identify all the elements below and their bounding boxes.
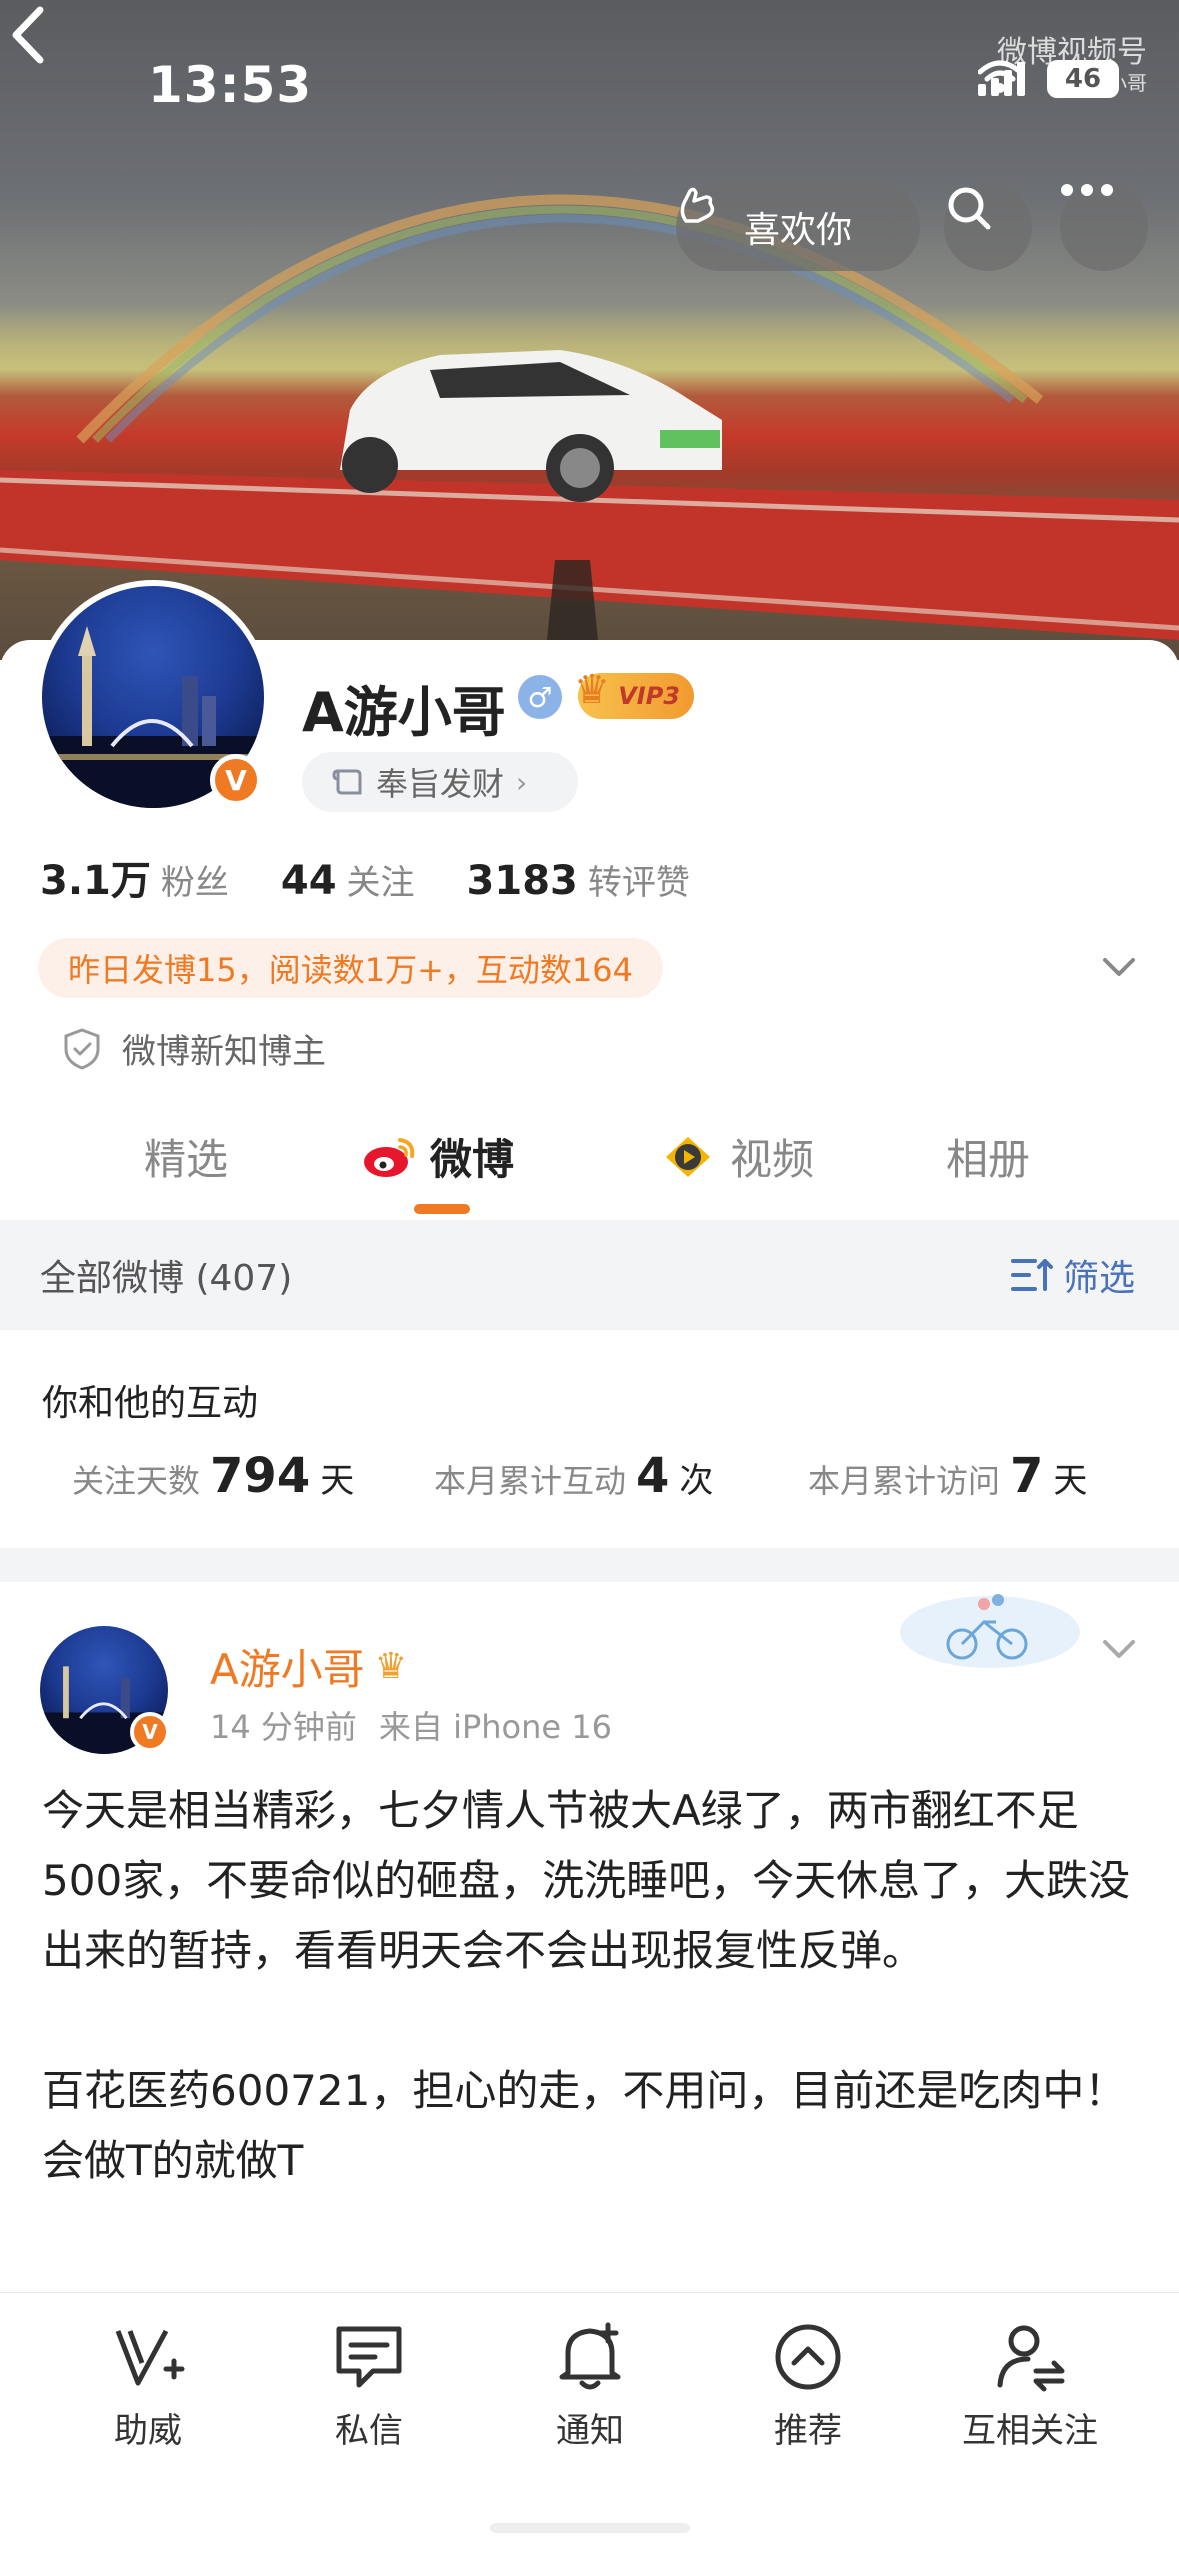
post-time: 14 分钟前 (210, 1708, 357, 1746)
male-gender-icon: ♂ (518, 675, 562, 719)
post-meta: 14 分钟前 来自 iPhone 16 (210, 1702, 612, 1748)
more-button[interactable] (1060, 183, 1148, 271)
interaction-section: 你和他的互动 关注天数 794 天 本月累计互动 4 次 本月累计访问 7 天 (0, 1330, 1179, 1548)
all-posts-count: 全部微博 (407) (40, 1258, 293, 1299)
monthly-visits-value: 7 (1010, 1448, 1044, 1504)
new-knowledge-label: 微博新知博主 (122, 1032, 326, 1072)
status-icons: 46 (978, 60, 1119, 98)
follow-days-value: 794 (210, 1448, 311, 1504)
verified-badge: V (210, 754, 262, 806)
stat-followers-value: 3.1万 (40, 858, 151, 904)
mutual-follow-icon (997, 2325, 1065, 2392)
nav-notify[interactable]: 通知 (500, 2317, 680, 2452)
post-author[interactable]: A游小哥 ♛ (210, 1636, 407, 1697)
cover-image: 13:53 微博视频号 @A游小哥 46 喜欢你 (0, 0, 1179, 660)
profile-tabs: 精选 微博 视频 相册 (0, 1108, 1179, 1218)
nav-mutual-follow[interactable]: 互相关注 (940, 2317, 1120, 2452)
cycling-couple-decoration (900, 1594, 1080, 1668)
stat-following[interactable]: 44 关注 (281, 855, 415, 904)
weibo-logo-icon (364, 1137, 415, 1177)
tab-album[interactable]: 相册 (946, 1126, 1030, 1187)
monthly-interactions-value: 4 (636, 1448, 670, 1504)
like-you-button[interactable]: 喜欢你 (676, 183, 920, 271)
vip-badge[interactable]: ♛ VIP3 (574, 667, 694, 719)
boost-v-icon (115, 2329, 185, 2386)
stat-following-value: 44 (280, 858, 337, 904)
activity-summary-badge[interactable]: 昨日发博15，阅读数1万+，互动数164 (38, 938, 663, 998)
post-verified-badge: V (130, 1712, 170, 1752)
bell-plus-icon (559, 2322, 621, 2390)
stat-reposts-label: 转评赞 (587, 863, 690, 903)
filter-bar: 全部微博 (407) 筛选 (0, 1220, 1179, 1330)
nav-boost[interactable]: 助威 (58, 2317, 238, 2452)
tab-weibo[interactable]: 微博 (362, 1126, 514, 1187)
tab-video[interactable]: 视频 (658, 1126, 814, 1187)
chevron-right-icon: › (516, 765, 528, 799)
tab-weibo-label: 微博 (430, 1135, 515, 1184)
monthly-visits-label: 本月累计访问 (808, 1462, 1001, 1500)
post-menu-chevron-icon[interactable] (1099, 1632, 1139, 1668)
recommend-up-icon (775, 2324, 841, 2390)
new-knowledge-blogger[interactable]: 微博新知博主 (62, 1024, 326, 1073)
post-card[interactable]: V A游小哥 ♛ 14 分钟前 来自 iPhone 16 今天是相当精彩，七夕情… (0, 1582, 1179, 2292)
nav-recommend-label: 推荐 (774, 2411, 842, 2451)
monthly-visits-unit: 天 (1053, 1461, 1088, 1501)
crown-icon: ♛ (374, 1646, 408, 1687)
stat-following-label: 关注 (346, 863, 415, 903)
tab-featured-label: 精选 (144, 1135, 229, 1184)
profile-tag-label: 奉旨发财 (376, 765, 505, 803)
filter-label: 筛选 (1062, 1258, 1135, 1299)
tab-featured[interactable]: 精选 (144, 1126, 228, 1187)
like-you-label: 喜欢你 (743, 210, 852, 251)
interaction-monthly-visits: 本月累计访问 7 天 (808, 1448, 1087, 1504)
post-author-name: A游小哥 (210, 1645, 365, 1694)
search-button[interactable] (944, 183, 1032, 271)
tab-video-label: 视频 (730, 1135, 815, 1184)
monthly-interactions-unit: 次 (679, 1461, 714, 1501)
filter-button[interactable]: 筛选 (1009, 1249, 1135, 1301)
nav-mutual-follow-label: 互相关注 (962, 2411, 1098, 2451)
more-dots-icon (1061, 184, 1113, 196)
profile-name: A游小哥 (302, 681, 506, 744)
section-divider (0, 1548, 1179, 1582)
battery-icon: 46 (1047, 60, 1119, 98)
active-tab-indicator (414, 1204, 470, 1214)
wifi-icon (978, 60, 1022, 93)
post-text[interactable]: 今天是相当精彩，七夕情人节被大A绿了，两市翻红不足500家，不要命似的砸盘，洗洗… (42, 1776, 1142, 2196)
video-play-icon (666, 1136, 710, 1177)
bottom-action-bar: 助威 私信 通知 推荐 互相关注 (0, 2292, 1179, 2556)
follow-days-unit: 天 (320, 1461, 355, 1501)
stat-reposts-likes[interactable]: 3183 转评赞 (467, 855, 690, 904)
interaction-title: 你和他的互动 (42, 1383, 259, 1424)
stat-reposts-value: 3183 (466, 858, 578, 904)
vip-label: VIP3 (618, 682, 680, 710)
back-icon[interactable] (0, 0, 60, 70)
profile-stats: 3.1万 粉丝 44 关注 3183 转评赞 (40, 848, 690, 906)
stat-followers[interactable]: 3.1万 粉丝 (40, 848, 229, 906)
nav-message[interactable]: 私信 (279, 2317, 459, 2452)
expand-chevron-icon[interactable] (1099, 950, 1139, 986)
status-time: 13:53 (148, 56, 313, 114)
home-indicator (490, 2523, 690, 2533)
monthly-interactions-label: 本月累计互动 (434, 1462, 627, 1500)
crown-icon: ♛ (574, 667, 610, 713)
filter-sort-icon (1010, 1259, 1053, 1291)
hand-heart-icon (680, 187, 715, 223)
search-icon (948, 187, 991, 230)
interaction-follow-days: 关注天数 794 天 (72, 1448, 354, 1504)
nav-notify-label: 通知 (556, 2411, 624, 2451)
nav-message-label: 私信 (335, 2411, 403, 2451)
profile-tag-pill[interactable]: 奉旨发财 › (302, 752, 578, 812)
follow-days-label: 关注天数 (72, 1462, 201, 1500)
message-icon (336, 2326, 402, 2388)
post-source: 来自 iPhone 16 (378, 1708, 612, 1746)
nav-recommend[interactable]: 推荐 (718, 2317, 898, 2452)
tab-album-label: 相册 (946, 1135, 1031, 1184)
shield-icon (64, 1027, 100, 1070)
interaction-monthly-interactions: 本月累计互动 4 次 (434, 1448, 713, 1504)
scroll-icon (332, 769, 362, 795)
nav-boost-label: 助威 (114, 2411, 182, 2451)
stat-followers-label: 粉丝 (160, 863, 229, 903)
